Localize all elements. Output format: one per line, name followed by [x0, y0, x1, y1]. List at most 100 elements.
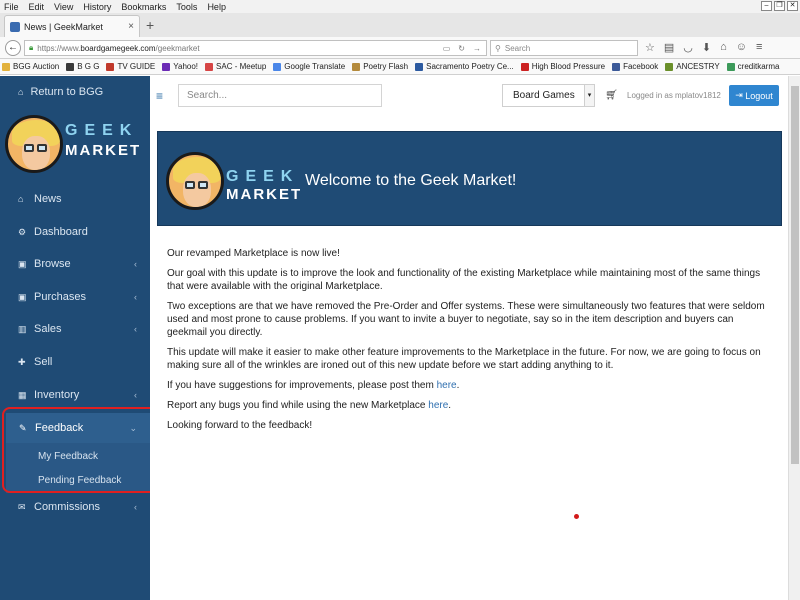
main-content: ≡ Board Games ▾ 🛒︎ Logged in as mplatov1…: [150, 76, 788, 600]
cart-icon[interactable]: 🛒︎: [605, 90, 618, 101]
banner-logo-market-text: MARKET: [226, 186, 303, 203]
paragraph: This update will make it easier to make …: [167, 347, 761, 371]
menu-help[interactable]: Help: [207, 2, 226, 12]
bookmark-item[interactable]: creditkarma: [726, 62, 779, 71]
bookmark-label: Google Translate: [284, 62, 346, 71]
sidebar-item-label: Sell: [34, 356, 53, 368]
suggestions-text: If you have suggestions for improvements…: [167, 380, 437, 391]
url-bar[interactable]: 🔒︎ https://www. boardgamegeek.com/geekmar…: [24, 40, 487, 56]
bookmark-item[interactable]: TV GUIDE: [106, 62, 155, 71]
bookmark-item[interactable]: Sacramento Poetry Ce...: [415, 62, 514, 71]
scrollbar-thumb[interactable]: [791, 86, 799, 464]
sidebar-item-label: Inventory: [34, 389, 80, 401]
bookmark-label: TV GUIDE: [117, 62, 156, 71]
sidebar-item-browse[interactable]: ▣ Browse ‹: [0, 254, 150, 274]
sidebar-item-label: Browse: [34, 258, 71, 270]
bookmark-item[interactable]: ANCESTRY: [665, 62, 720, 71]
download-icon[interactable]: ⬇: [702, 41, 711, 54]
window-controls: – ❐ ✕: [761, 1, 798, 11]
market-search-input[interactable]: [178, 84, 382, 107]
close-window-icon[interactable]: ✕: [787, 1, 798, 11]
bookmark-favicon-icon: [665, 62, 674, 71]
news-article: Our revamped Marketplace is now live! Ou…: [167, 247, 767, 439]
sidebar-item-inventory[interactable]: ▦ Inventory ‹: [0, 385, 150, 405]
paragraph: If you have suggestions for improvements…: [167, 380, 460, 391]
bookmark-favicon-icon: [66, 62, 75, 71]
star-bookmark-icon[interactable]: ☆: [645, 41, 655, 54]
geek-mascot-icon: [166, 152, 224, 210]
bookmark-list-icon[interactable]: ▤: [664, 41, 674, 54]
toolbar-icons: ☆ ▤ ◡ ⬇ ⌂ ☺ ≡: [645, 41, 762, 54]
page-scrollbar[interactable]: [788, 76, 800, 600]
browser-search-input[interactable]: ⚲ Search: [490, 40, 638, 56]
sidebar-item-purchases[interactable]: ▣ Purchases ‹: [0, 287, 150, 307]
menu-file[interactable]: File: [4, 2, 19, 12]
hamburger-menu-icon[interactable]: ≡: [756, 41, 762, 54]
paragraph: Two exceptions are that we have removed …: [167, 301, 765, 338]
minimize-icon[interactable]: –: [761, 1, 772, 11]
browser-tab[interactable]: News | GeekMarket ×: [4, 15, 140, 37]
gear-icon: ⚙: [18, 226, 27, 237]
sidebar-item-commissions[interactable]: ✉ Commissions ‹: [0, 497, 150, 517]
bookmark-item[interactable]: SAC - Meetup: [205, 62, 266, 71]
reload-icon[interactable]: ↻: [458, 44, 465, 53]
bookmark-favicon-icon: [106, 62, 115, 71]
return-to-bgg-link[interactable]: ⌂ Return to BGG: [0, 83, 150, 101]
bookmark-item[interactable]: Facebook: [612, 62, 658, 71]
bookmark-item[interactable]: BGG Auction: [2, 62, 59, 71]
chart-icon: ▥: [18, 323, 27, 334]
bookmark-item[interactable]: Poetry Flash: [352, 62, 408, 71]
back-arrow-icon[interactable]: ←: [5, 40, 21, 56]
forward-arrow-icon[interactable]: →: [473, 44, 481, 53]
sidebar-item-dashboard[interactable]: ⚙ Dashboard: [0, 222, 150, 242]
select-arrow-icon: ▾: [584, 85, 594, 106]
paragraph: Our goal with this update is to improve …: [167, 268, 761, 292]
suggestions-link[interactable]: here: [437, 380, 457, 391]
sidebar-item-sales[interactable]: ▥ Sales ‹: [0, 319, 150, 339]
sidebar-toggle-icon[interactable]: ≡: [156, 89, 163, 103]
envelope-icon: ✉: [18, 501, 26, 512]
category-select[interactable]: Board Games ▾: [502, 84, 595, 107]
geekmarket-logo[interactable]: GEEK MARKET: [5, 115, 145, 177]
bookmark-label: ANCESTRY: [676, 62, 720, 71]
tab-bar: News | GeekMarket × +: [0, 13, 800, 37]
home-icon: ⌂: [18, 194, 24, 204]
pocket-icon[interactable]: ◡: [683, 41, 693, 54]
bugs-text: Report any bugs you find while using the…: [167, 400, 429, 411]
url-host: boardgamegeek.com: [80, 43, 156, 53]
bookmark-item[interactable]: Yahoo!: [162, 62, 198, 71]
bookmark-item[interactable]: Google Translate: [273, 62, 345, 71]
menu-tools[interactable]: Tools: [176, 2, 197, 12]
sidebar-item-label: Sales: [34, 323, 62, 335]
menu-edit[interactable]: Edit: [29, 2, 45, 12]
logout-label: Logout: [745, 90, 773, 101]
bookmark-favicon-icon: [726, 62, 735, 71]
red-annotation-circle: [2, 407, 160, 493]
bookmark-label: Facebook: [623, 62, 659, 71]
bookmark-favicon-icon: [415, 62, 424, 71]
chevron-left-icon: ‹: [134, 259, 137, 269]
bugs-link[interactable]: here: [428, 400, 448, 411]
browse-icon: ▣: [18, 258, 27, 269]
logo-market-text: MARKET: [65, 142, 142, 159]
menu-history[interactable]: History: [83, 2, 111, 12]
bookmark-item[interactable]: B G G: [66, 62, 99, 71]
sidebar-item-label: Purchases: [34, 291, 86, 303]
bookmark-item[interactable]: High Blood Pressure: [520, 62, 605, 71]
plus-icon: ✚: [18, 356, 26, 367]
reader-view-icon[interactable]: ▭: [443, 44, 451, 53]
logout-button[interactable]: ⇥ Logout: [729, 85, 779, 106]
tab-close-icon[interactable]: ×: [128, 21, 134, 32]
new-tab-icon[interactable]: +: [146, 17, 154, 33]
menu-bookmarks[interactable]: Bookmarks: [121, 2, 166, 12]
menu-view[interactable]: View: [54, 2, 73, 12]
restore-icon[interactable]: ❐: [774, 1, 785, 11]
emoji-icon[interactable]: ☺: [736, 41, 747, 54]
browser-navbar: ← 🔒︎ https://www. boardgamegeek.com/geekm…: [0, 37, 800, 59]
sidebar-item-news[interactable]: ⌂ News: [0, 189, 150, 209]
url-prefix: https://www.: [37, 43, 81, 53]
home-icon[interactable]: ⌂: [720, 41, 727, 54]
bookmarks-toolbar: BGG Auction B G G TV GUIDE Yahoo! SAC - Meet…: [0, 59, 800, 75]
browser-menubar: File Edit View History Bookmarks Tools H…: [0, 0, 800, 13]
sidebar-item-sell[interactable]: ✚ Sell: [0, 352, 150, 372]
